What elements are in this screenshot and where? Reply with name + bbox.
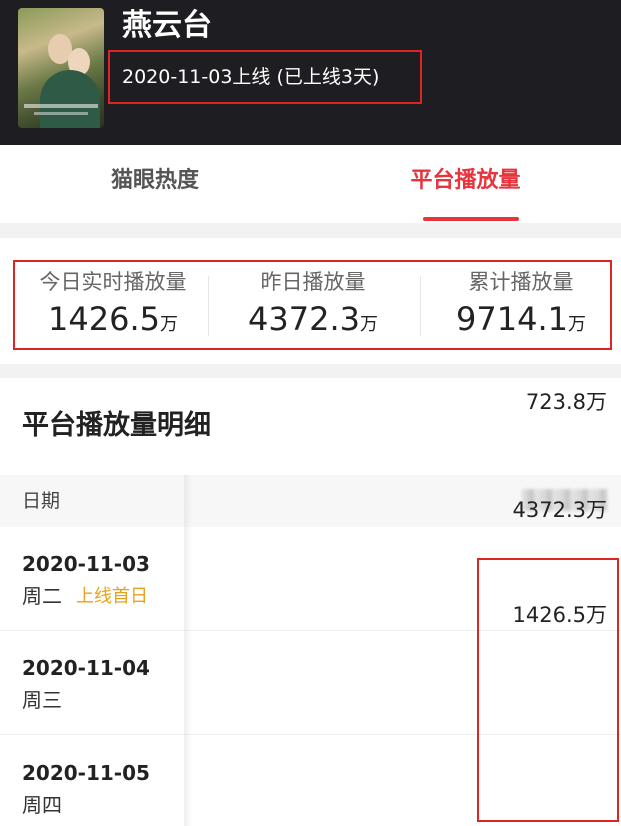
row-date: 2020-11-04: [22, 656, 150, 680]
launch-day-tag: 上线首日: [76, 586, 148, 607]
tab-maoyan-heat[interactable]: 猫眼热度: [0, 145, 310, 223]
show-header: 燕云台 2020-11-03上线 (已上线3天): [0, 0, 621, 145]
play-stats-card: 今日实时播放量 1426.5万 昨日播放量 4372.3万 累计播放量 9714…: [0, 238, 621, 364]
tab-bar: 猫眼热度 平台播放量: [0, 145, 621, 223]
active-tab-indicator: [423, 217, 519, 221]
show-title: 燕云台: [122, 8, 212, 43]
row-weekday: 周四: [22, 793, 62, 817]
row-date: 2020-11-05: [22, 761, 150, 785]
stat-today-realtime: 今日实时播放量 1426.5万: [15, 268, 211, 344]
stat-divider: [208, 276, 209, 336]
stat-cumulative: 累计播放量 9714.1万: [423, 268, 619, 344]
release-date-text: 2020-11-03上线 (已上线3天): [122, 66, 380, 88]
tab-platform-plays[interactable]: 平台播放量: [310, 145, 621, 223]
poster-caption-line: [34, 112, 88, 115]
stats-highlight-box: 今日实时播放量 1426.5万 昨日播放量 4372.3万 累计播放量 9714…: [13, 260, 612, 350]
stat-label: 昨日播放量: [260, 270, 366, 294]
stat-unit: 万: [567, 314, 586, 335]
stat-divider: [420, 276, 421, 336]
date-column-header: 日期: [22, 490, 61, 512]
show-poster-image[interactable]: [18, 8, 104, 128]
stat-number: 9714.1: [456, 300, 568, 338]
row-date: 2020-11-03: [22, 552, 150, 576]
row-weekday: 周二: [22, 584, 62, 608]
sticky-column-shadow: [184, 475, 192, 826]
values-highlight-box: [477, 558, 619, 822]
poster-figure-robe: [40, 70, 100, 128]
table-header: 日期: [0, 475, 621, 527]
stat-number: 4372.3: [248, 300, 360, 338]
stat-unit: 万: [359, 314, 378, 335]
stat-value: 9714.1万: [423, 300, 619, 344]
blurred-column-header: [522, 489, 608, 511]
release-info-highlight: 2020-11-03上线 (已上线3天): [108, 50, 422, 104]
stat-value: 1426.5万: [15, 300, 211, 344]
stat-label: 累计播放量: [468, 270, 574, 294]
row-weekday: 周三: [22, 688, 62, 712]
play-detail-section: 平台播放量明细 日期 2020-11-03 周二 上线首日 2020-11-04…: [0, 378, 621, 826]
poster-caption-line: [24, 104, 98, 108]
stat-unit: 万: [159, 314, 178, 335]
stat-label: 今日实时播放量: [39, 270, 187, 294]
stat-number: 1426.5: [48, 300, 160, 338]
stat-yesterday: 昨日播放量 4372.3万: [215, 268, 411, 344]
section-title: 平台播放量明细: [22, 410, 211, 441]
stat-value: 4372.3万: [215, 300, 411, 344]
